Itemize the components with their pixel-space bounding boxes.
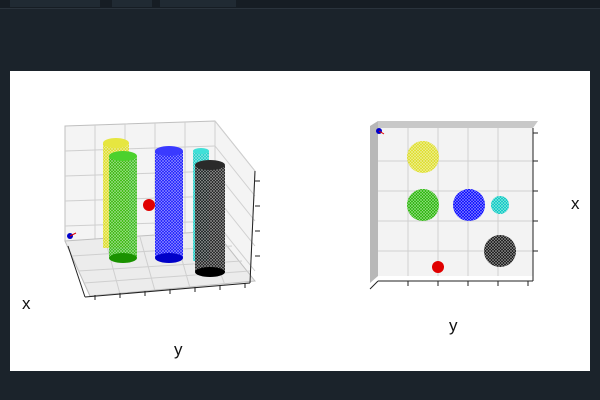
black-disc [484, 235, 516, 267]
right-top-wall [378, 121, 538, 128]
right-left-wall [370, 121, 378, 283]
blue-cylinder [155, 146, 183, 263]
cyan-disc [491, 196, 509, 214]
left-3d-plot[interactable] [64, 120, 260, 300]
tab[interactable] [10, 0, 100, 7]
blue-disc [453, 189, 485, 221]
red-dot [432, 261, 444, 273]
right-top-view-plot[interactable] [369, 121, 538, 290]
figure-canvas: x y x y [10, 71, 590, 371]
green-disc [407, 189, 439, 221]
red-sphere [143, 199, 155, 211]
yellow-disc [407, 141, 439, 173]
right-x-axis-label: x [571, 194, 580, 213]
tab[interactable] [112, 0, 152, 7]
green-cylinder [109, 151, 137, 263]
black-cylinder [195, 160, 225, 277]
left-y-axis-label: y [174, 340, 183, 359]
tab[interactable] [160, 0, 236, 7]
left-x-axis-label: x [22, 294, 31, 313]
figure-svg [64, 120, 538, 300]
right-y-axis-label: y [449, 316, 458, 335]
window-top-bar [0, 0, 600, 9]
